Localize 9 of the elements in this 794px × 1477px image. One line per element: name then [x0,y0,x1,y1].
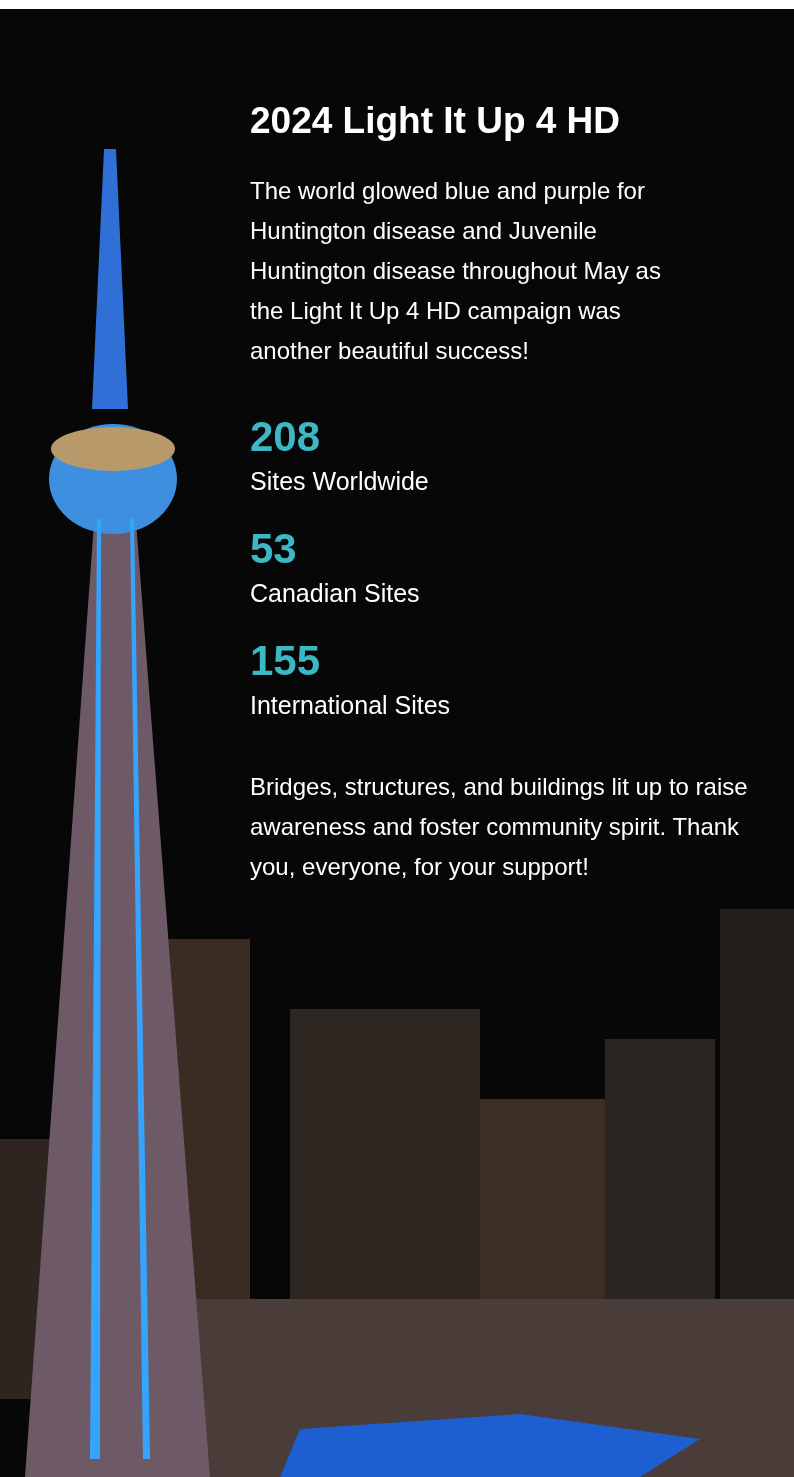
stat-number: 155 [250,636,322,686]
stat-number: 208 [250,412,322,462]
stat-label: Canadian Sites [250,578,421,609]
stat-label: Sites Worldwide [250,466,430,497]
stat-label: International Sites [250,690,452,721]
stat-number: 53 [250,524,298,574]
closing-paragraph: Bridges, structures, and buildings lit up to raise awareness and foster community spirit. Thank you, everyone, for your support! [250,772,749,882]
heading: 2024 Light It Up 4 HD [250,99,622,143]
intro-paragraph: The world glowed blue and purple for Huntington disease and Juvenile Huntington disease throughout May as the Light It Up 4 HD campaign was another beautiful success! [250,176,662,366]
